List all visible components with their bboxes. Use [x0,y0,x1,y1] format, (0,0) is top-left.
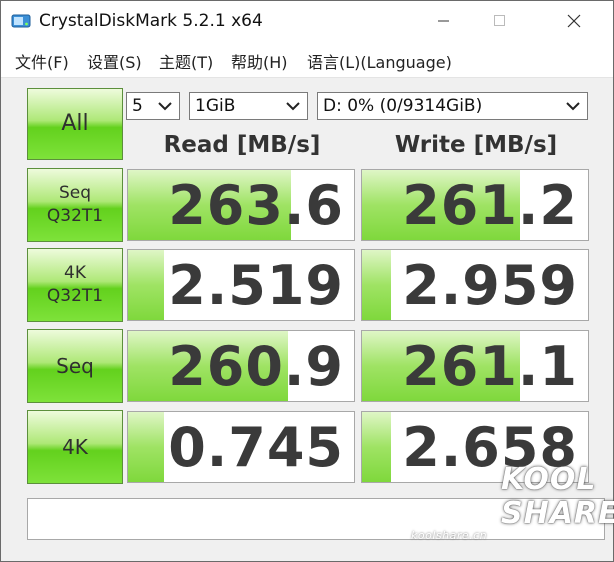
test-label: 4K [62,434,88,459]
watermark-url: koolshare.cn [411,529,488,542]
write-result-value: 261.2 [402,173,578,237]
drive-select[interactable]: D: 0% (0/9314GiB) [317,92,588,120]
menu-bar: 文件(F) 设置(S) 主题(T) 帮助(H) 语言(L)(Language) [1,41,613,78]
read-result-seq-q32t1: 263.6 [127,169,355,241]
chevron-down-icon [566,102,580,111]
read-result-value: 263.6 [168,173,344,237]
read-result-seq: 260.9 [127,330,355,402]
read-result-value: 260.9 [168,334,344,398]
run-4k-q32t1-button[interactable]: 4K Q32T1 [27,248,123,322]
write-result-4k-q32t1: 2.959 [361,249,589,321]
maximize-button[interactable] [477,1,523,41]
write-result-bar [362,412,392,482]
close-icon [567,14,581,28]
run-all-button[interactable]: All [27,88,123,160]
window-title: CrystalDiskMark 5.2.1 x64 [39,11,263,31]
read-result-value: 0.745 [168,415,344,479]
close-button[interactable] [551,1,597,41]
read-result-4k: 0.745 [127,411,355,483]
minimize-icon [438,20,449,22]
write-result-bar [362,250,392,320]
maximize-icon [494,15,505,26]
menu-file[interactable]: 文件(F) [15,49,69,73]
menu-help[interactable]: 帮助(H) [231,49,288,73]
read-column-header: Read [MB/s] [163,132,321,158]
run-all-label: All [61,111,89,137]
test-size-value: 1GiB [195,96,236,116]
write-column-header: Write [MB/s] [394,132,558,158]
title-bar: CrystalDiskMark 5.2.1 x64 [1,1,613,41]
menu-language[interactable]: 语言(L)(Language) [307,49,452,73]
drive-value: D: 0% (0/9314GiB) [323,96,483,116]
logo-line-2: SHARE [501,496,614,531]
run-4k-button[interactable]: 4K [27,410,123,484]
test-count-select[interactable]: 5 [126,92,180,120]
run-seq-q32t1-button[interactable]: Seq Q32T1 [27,168,123,242]
test-size-select[interactable]: 1GiB [189,92,308,120]
minimize-button[interactable] [421,1,467,41]
app-window: CrystalDiskMark 5.2.1 x64 文件(F) 设置(S) 主题… [0,0,614,562]
menu-theme[interactable]: 主题(T) [159,49,213,73]
write-result-value: 261.1 [402,334,578,398]
read-result-value: 2.519 [168,253,344,317]
logo-line-1: KOOL [501,462,597,497]
menu-settings[interactable]: 设置(S) [87,49,142,73]
test-label: Seq [56,353,94,378]
write-result-value: 2.959 [402,253,578,317]
app-disk-icon [11,11,31,31]
read-result-bar [128,412,165,482]
run-seq-button[interactable]: Seq [27,329,123,403]
koolshare-watermark: KOOL SHARE koolshare.cn [411,463,614,559]
test-label: 4K Q32T1 [46,263,104,306]
koolshare-logo: KOOL SHARE [501,463,614,531]
chevron-down-icon [286,102,300,111]
write-result-seq-q32t1: 261.2 [361,169,589,241]
read-result-4k-q32t1: 2.519 [127,249,355,321]
read-result-bar [128,250,165,320]
write-result-seq: 261.1 [361,330,589,402]
test-label: Seq Q32T1 [46,183,104,226]
test-count-value: 5 [132,96,143,116]
chevron-down-icon [158,102,172,111]
